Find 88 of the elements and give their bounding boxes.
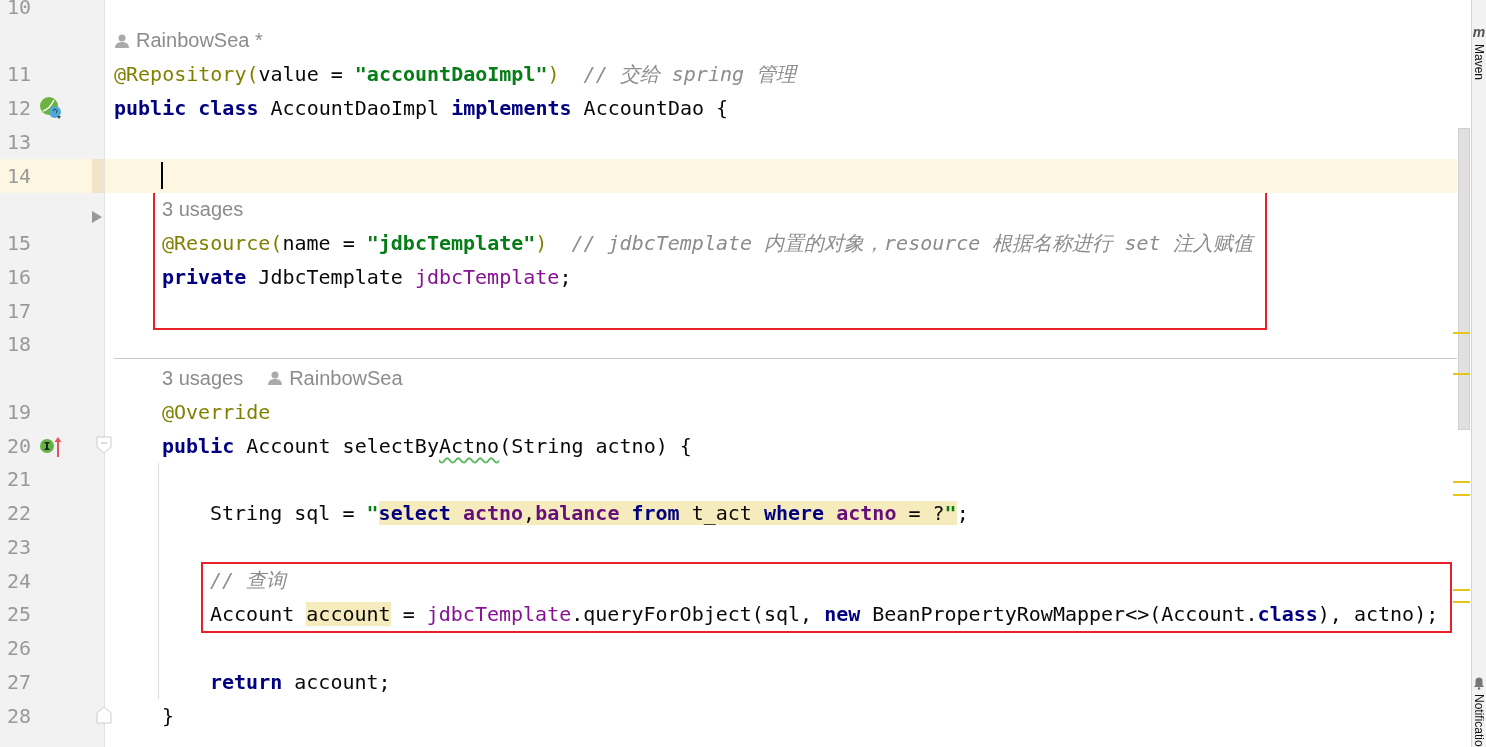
code-text: } bbox=[162, 703, 175, 728]
string-literal: "accountDaoImpl" bbox=[354, 62, 548, 87]
line-number: 18 bbox=[7, 332, 33, 357]
code-text: JdbcTemplate bbox=[257, 264, 404, 289]
code-text: ), actno); bbox=[1317, 602, 1439, 627]
keyword: public class bbox=[114, 96, 259, 121]
sql-text: t_act bbox=[679, 501, 764, 526]
author-name[interactable]: RainbowSea bbox=[289, 366, 403, 390]
line-number: 14 bbox=[7, 163, 33, 188]
code-comment: // jdbcTemplate 内置的对象，resource 根据名称进行 set 注入赋值 bbox=[570, 229, 1253, 257]
field-name: jdbcTemplate bbox=[426, 602, 572, 627]
line-number: 25 bbox=[7, 602, 33, 627]
code-text: BeanPropertyRowMapper<>(Account. bbox=[871, 602, 1258, 627]
line-number: 16 bbox=[7, 264, 33, 289]
warning-stripe-mark[interactable] bbox=[1453, 589, 1470, 591]
string-literal: " bbox=[366, 501, 379, 526]
code-text: Account selectBy bbox=[245, 433, 439, 458]
bean-icon[interactable] bbox=[39, 96, 63, 121]
annotation: @Resource( bbox=[162, 231, 283, 256]
sql-keyword: from bbox=[619, 501, 680, 526]
code-text: AccountDaoImpl bbox=[269, 96, 441, 121]
line-number: 15 bbox=[7, 231, 33, 256]
keyword: new bbox=[824, 602, 861, 627]
field-name: jdbcTemplate bbox=[414, 264, 560, 289]
line-number: 21 bbox=[7, 467, 33, 492]
author-name[interactable]: RainbowSea * bbox=[136, 29, 263, 53]
fold-marker-icon[interactable] bbox=[96, 435, 112, 454]
line-number: 13 bbox=[7, 129, 33, 154]
sql-text: = ? bbox=[896, 501, 945, 526]
code-text: name = bbox=[282, 231, 356, 256]
line-number: 20 bbox=[7, 433, 33, 458]
line-number: 11 bbox=[7, 62, 33, 87]
keyword: public bbox=[162, 433, 235, 458]
code-text: Account bbox=[210, 602, 296, 627]
warning-stripe-mark[interactable] bbox=[1453, 481, 1470, 483]
line-number: 19 bbox=[7, 399, 33, 424]
code-text: value = bbox=[258, 62, 344, 87]
keyword: implements bbox=[451, 96, 572, 121]
annotation: @Repository( bbox=[114, 62, 259, 87]
code-text: AccountDao { bbox=[582, 96, 729, 121]
person-icon bbox=[267, 370, 284, 387]
string-literal: "jdbcTemplate" bbox=[366, 231, 536, 256]
maven-tab[interactable]: Maven bbox=[1472, 44, 1486, 81]
line-number: 26 bbox=[7, 636, 33, 661]
expand-triangle-icon[interactable] bbox=[92, 210, 102, 223]
code-text: (String actno) { bbox=[499, 433, 692, 458]
annotation: ) bbox=[535, 231, 548, 256]
warning-stripe-mark[interactable] bbox=[1453, 494, 1470, 496]
sql-keyword: select bbox=[378, 501, 451, 526]
notifications-tab[interactable]: Notificatio bbox=[1472, 694, 1486, 747]
fold-marker-icon[interactable] bbox=[96, 705, 112, 724]
typo-word: Actno bbox=[438, 433, 500, 458]
person-icon bbox=[114, 32, 130, 49]
sql-column: actno bbox=[450, 501, 524, 526]
highlighted-identifier: account bbox=[306, 602, 391, 627]
warning-stripe-mark[interactable] bbox=[1453, 332, 1470, 334]
sql-keyword: where bbox=[763, 501, 825, 526]
line-number: 23 bbox=[7, 534, 33, 559]
usages-hint[interactable]: 3 usages bbox=[162, 366, 244, 390]
keyword: class bbox=[1257, 602, 1318, 627]
code-text: account; bbox=[293, 669, 391, 694]
line-number: 28 bbox=[7, 703, 33, 728]
warning-stripe-mark[interactable] bbox=[1453, 373, 1470, 375]
annotation: ) bbox=[547, 62, 560, 87]
keyword: private bbox=[162, 264, 247, 289]
sql-text: , bbox=[523, 501, 536, 526]
code-text: ; bbox=[559, 264, 572, 289]
line-number: 24 bbox=[7, 568, 33, 593]
code-text: .queryForObject(sql, bbox=[571, 602, 814, 627]
scrollbar-thumb[interactable] bbox=[1458, 128, 1470, 430]
line-number: 22 bbox=[7, 501, 33, 526]
code-comment: // 交给 spring 管理 bbox=[582, 60, 797, 88]
code-text: = bbox=[401, 602, 416, 627]
text-caret bbox=[161, 161, 163, 189]
bell-icon[interactable] bbox=[1473, 676, 1485, 691]
usages-hint[interactable]: 3 usages bbox=[162, 197, 244, 221]
keyword: return bbox=[210, 669, 283, 694]
code-text: String sql = bbox=[210, 501, 356, 526]
code-text: ; bbox=[956, 501, 969, 526]
warning-stripe-mark[interactable] bbox=[1453, 601, 1470, 603]
logo-glyph-icon[interactable]: m bbox=[1472, 24, 1486, 40]
sql-column: balance bbox=[535, 501, 620, 526]
line-number: 12 bbox=[7, 96, 33, 121]
line-number: 27 bbox=[7, 669, 33, 694]
sql-column: actno bbox=[824, 501, 897, 526]
line-number: 17 bbox=[7, 298, 33, 323]
code-comment: // 查询 bbox=[210, 567, 287, 595]
annotation: @Override bbox=[162, 399, 271, 424]
